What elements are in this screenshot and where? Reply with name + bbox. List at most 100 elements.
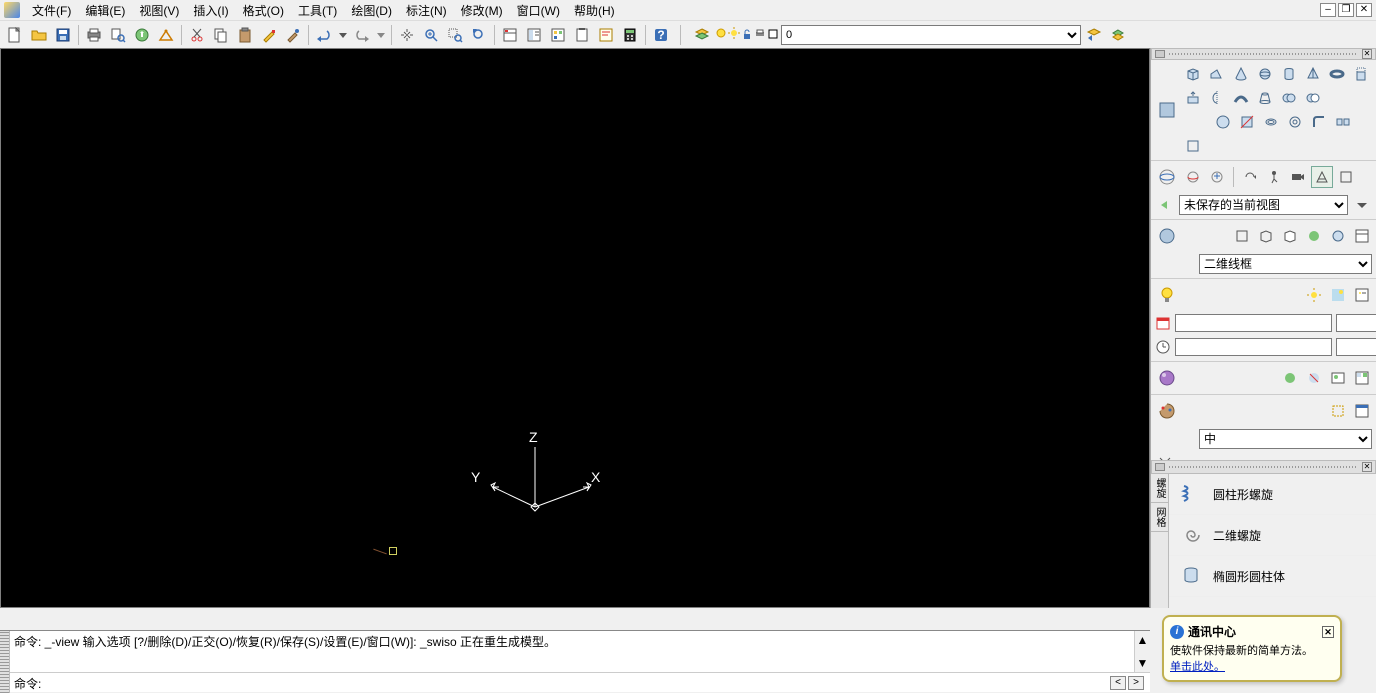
quickcalc-icon[interactable] xyxy=(619,24,641,46)
layer-select[interactable]: 0 xyxy=(781,25,1081,45)
visual-style-select[interactable]: 二维线框 xyxy=(1199,254,1372,274)
zoom-window-icon[interactable] xyxy=(444,24,466,46)
palette-collapse-icon[interactable] xyxy=(1155,463,1165,471)
render-icon[interactable] xyxy=(1155,399,1179,423)
swivel-icon[interactable] xyxy=(1240,167,1260,187)
menu-edit[interactable]: 编辑(E) xyxy=(79,0,131,21)
redo-dropdown-icon[interactable] xyxy=(375,24,387,46)
menu-view[interactable]: 视图(V) xyxy=(133,0,185,21)
separate-icon[interactable] xyxy=(1333,112,1353,132)
vs-conceptual-icon[interactable] xyxy=(1328,226,1348,246)
time-input[interactable] xyxy=(1175,338,1332,356)
imprint-icon[interactable] xyxy=(1285,112,1305,132)
help-icon[interactable]: ? xyxy=(650,24,672,46)
wedge-icon[interactable] xyxy=(1207,64,1227,84)
print-preview-icon[interactable] xyxy=(107,24,129,46)
box-icon[interactable] xyxy=(1183,64,1203,84)
sweep-icon[interactable] xyxy=(1231,88,1251,108)
3dwarehouse-icon[interactable] xyxy=(155,24,177,46)
close-button[interactable]: ✕ xyxy=(1356,3,1372,17)
palette-tab-1[interactable]: 螺旋 xyxy=(1151,474,1168,503)
date-icon[interactable] xyxy=(1155,313,1171,333)
cmd-scroll-left-icon[interactable]: < xyxy=(1110,676,1126,690)
balloon-close-icon[interactable]: ✕ xyxy=(1322,626,1334,638)
panel-close-icon[interactable]: ✕ xyxy=(1362,49,1372,59)
presspull-icon[interactable] xyxy=(1183,88,1203,108)
match-properties-icon[interactable] xyxy=(258,24,280,46)
cut-icon[interactable] xyxy=(186,24,208,46)
publish-icon[interactable] xyxy=(131,24,153,46)
undo-icon[interactable] xyxy=(313,24,335,46)
collapse-icon[interactable] xyxy=(1155,50,1165,58)
constrained-orbit-icon[interactable] xyxy=(1183,167,1203,187)
palette-item-2d-spiral[interactable]: 二维螺旋 xyxy=(1169,515,1376,556)
command-window[interactable]: 命令: _-view 输入选项 [?/删除(D)/正交(O)/恢复(R)/保存(… xyxy=(0,630,1150,692)
light-list-icon[interactable] xyxy=(1352,285,1372,305)
visual-style-icon[interactable] xyxy=(1155,224,1179,248)
menu-dimension[interactable]: 标注(N) xyxy=(400,0,453,21)
palette-tab-2[interactable]: 网格 xyxy=(1151,503,1168,532)
camera-icon[interactable] xyxy=(1288,167,1308,187)
material-browser-icon[interactable] xyxy=(1352,368,1372,388)
restore-button[interactable]: ❐ xyxy=(1338,3,1354,17)
view-previous-icon[interactable] xyxy=(1155,195,1175,215)
torus-icon[interactable] xyxy=(1327,64,1347,84)
vs-realistic-icon[interactable] xyxy=(1304,226,1324,246)
drawing-canvas[interactable]: Z X Y xyxy=(0,48,1150,608)
vs-manage-icon[interactable] xyxy=(1352,226,1372,246)
extrude-icon[interactable] xyxy=(1351,64,1371,84)
paste-icon[interactable] xyxy=(234,24,256,46)
copy-icon[interactable] xyxy=(210,24,232,46)
pyramid-icon[interactable] xyxy=(1303,64,1323,84)
cmd-scroll-down-icon[interactable]: ▼ xyxy=(1137,654,1149,672)
thicken-icon[interactable] xyxy=(1261,112,1281,132)
balloon-link[interactable]: 单击此处。 xyxy=(1170,661,1225,673)
save-icon[interactable] xyxy=(52,24,74,46)
date-input-2[interactable] xyxy=(1336,314,1376,332)
command-drag-handle[interactable] xyxy=(0,631,10,693)
vs-3dwire-icon[interactable] xyxy=(1256,226,1276,246)
menu-format[interactable]: 格式(O) xyxy=(237,0,290,21)
menu-help[interactable]: 帮助(H) xyxy=(568,0,621,21)
palette-item-helix-cylinder[interactable]: 圆柱形螺旋 xyxy=(1169,474,1376,515)
tool-palette-icon[interactable] xyxy=(547,24,569,46)
palette-close-icon[interactable]: ✕ xyxy=(1362,462,1372,472)
loft-icon[interactable] xyxy=(1255,88,1275,108)
cmd-scroll-right-icon[interactable]: > xyxy=(1128,676,1144,690)
slice-icon[interactable] xyxy=(1237,112,1257,132)
materials-icon[interactable] xyxy=(1155,366,1179,390)
menu-draw[interactable]: 绘图(D) xyxy=(345,0,398,21)
cylinder-icon[interactable] xyxy=(1279,64,1299,84)
vs-2dwire-icon[interactable] xyxy=(1232,226,1252,246)
union-icon[interactable] xyxy=(1279,88,1299,108)
zoom-realtime-icon[interactable] xyxy=(420,24,442,46)
time-input-2[interactable] xyxy=(1336,338,1376,356)
menu-tools[interactable]: 工具(T) xyxy=(292,0,343,21)
markup-icon[interactable] xyxy=(595,24,617,46)
paintbrush-icon[interactable] xyxy=(282,24,304,46)
fillet-edge-icon[interactable] xyxy=(1309,112,1329,132)
render-region-icon[interactable] xyxy=(1328,401,1348,421)
close-row-icon[interactable] xyxy=(1155,453,1175,460)
revolve-icon[interactable] xyxy=(1207,88,1227,108)
pan-icon[interactable] xyxy=(396,24,418,46)
layer-manager-icon[interactable] xyxy=(691,24,713,46)
cone-icon[interactable] xyxy=(1231,64,1251,84)
render-window-icon[interactable] xyxy=(1352,401,1372,421)
menu-insert[interactable]: 插入(I) xyxy=(187,0,234,21)
vs-hidden-icon[interactable] xyxy=(1280,226,1300,246)
time-icon[interactable] xyxy=(1155,337,1171,357)
menu-window[interactable]: 窗口(W) xyxy=(511,0,566,21)
sun-status-icon[interactable] xyxy=(1304,285,1324,305)
parallel-icon[interactable] xyxy=(1336,167,1356,187)
subtract-icon[interactable] xyxy=(1303,88,1323,108)
print-icon[interactable] xyxy=(83,24,105,46)
palette-header[interactable]: ✕ xyxy=(1151,460,1376,474)
properties-icon[interactable] xyxy=(499,24,521,46)
menu-file[interactable]: 文件(F) xyxy=(26,0,77,21)
perspective-icon[interactable] xyxy=(1312,167,1332,187)
3dorbit-icon[interactable] xyxy=(1155,165,1179,189)
menu-modify[interactable]: 修改(M) xyxy=(455,0,509,21)
dashboard-header[interactable]: ✕ xyxy=(1151,48,1376,60)
intersect-icon[interactable] xyxy=(1213,112,1233,132)
